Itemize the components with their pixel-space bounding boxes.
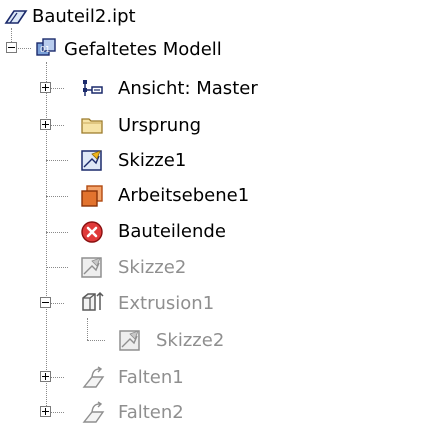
tree-row-work-plane1[interactable]: Arbeitsebene1: [64, 178, 284, 214]
tree-connector: [87, 340, 105, 341]
tree-item-label: Arbeitsebene1: [118, 185, 250, 206]
tree-row-end-of-part[interactable]: Bauteilende: [64, 214, 264, 250]
fold-icon: [82, 366, 106, 390]
tree-row-view-master[interactable]: Ansicht: Master: [64, 70, 284, 106]
fold-icon: [82, 401, 106, 425]
tree-item-label: Bauteil2.ipt: [32, 6, 136, 27]
folded-model-icon: 01: [34, 36, 58, 60]
tree-item-label: Ansicht: Master: [118, 78, 258, 99]
tree-row-extrusion1-sketch2[interactable]: Skizze2: [104, 322, 304, 358]
expand-toggle[interactable]: [40, 371, 51, 382]
tree-item-label: Falten1: [118, 367, 184, 388]
tree-item-label: Skizze1: [118, 150, 187, 171]
part-document-icon: [4, 5, 28, 29]
sketch-icon: [80, 148, 104, 172]
expand-toggle[interactable]: [40, 406, 51, 417]
tree-item-label: Ursprung: [118, 115, 202, 136]
expand-toggle[interactable]: [40, 82, 51, 93]
tree-connector: [46, 62, 47, 410]
tree-item-label: Gefaltetes Modell: [64, 39, 222, 60]
tree-item-label: Falten2: [118, 402, 184, 423]
collapse-toggle[interactable]: [40, 297, 51, 308]
tree-row-sketch1[interactable]: Skizze1: [64, 143, 264, 179]
svg-text:01: 01: [40, 45, 50, 54]
tree-row-extrusion1[interactable]: Extrusion1: [64, 285, 264, 321]
collapse-toggle[interactable]: [6, 42, 17, 53]
sketch-icon: [118, 328, 142, 352]
tree-item-label: Bauteilende: [118, 221, 226, 242]
work-plane-icon: [80, 184, 104, 208]
tree-row-sketch2[interactable]: Skizze2: [64, 249, 264, 285]
model-browser-tree: Bauteil2.ipt 01 Gefaltetes Modell Ansich…: [0, 0, 448, 433]
tree-row-folded-model[interactable]: 01 Gefaltetes Modell: [28, 30, 268, 66]
tree-item-label: Extrusion1: [118, 293, 215, 314]
end-of-part-icon: [80, 220, 104, 244]
folder-icon: [80, 113, 104, 137]
sketch-icon: [80, 255, 104, 279]
tree-row-fold2[interactable]: Falten2: [64, 393, 264, 429]
tree-row-origin[interactable]: Ursprung: [64, 107, 264, 143]
extrusion-icon: [80, 290, 104, 314]
tree-row-fold1[interactable]: Falten1: [64, 358, 264, 394]
tree-item-label: Skizze2: [118, 257, 187, 278]
tree-item-label: Skizze2: [156, 330, 225, 351]
view-representation-icon: [80, 76, 104, 100]
expand-toggle[interactable]: [40, 119, 51, 130]
tree-connector: [87, 318, 88, 340]
